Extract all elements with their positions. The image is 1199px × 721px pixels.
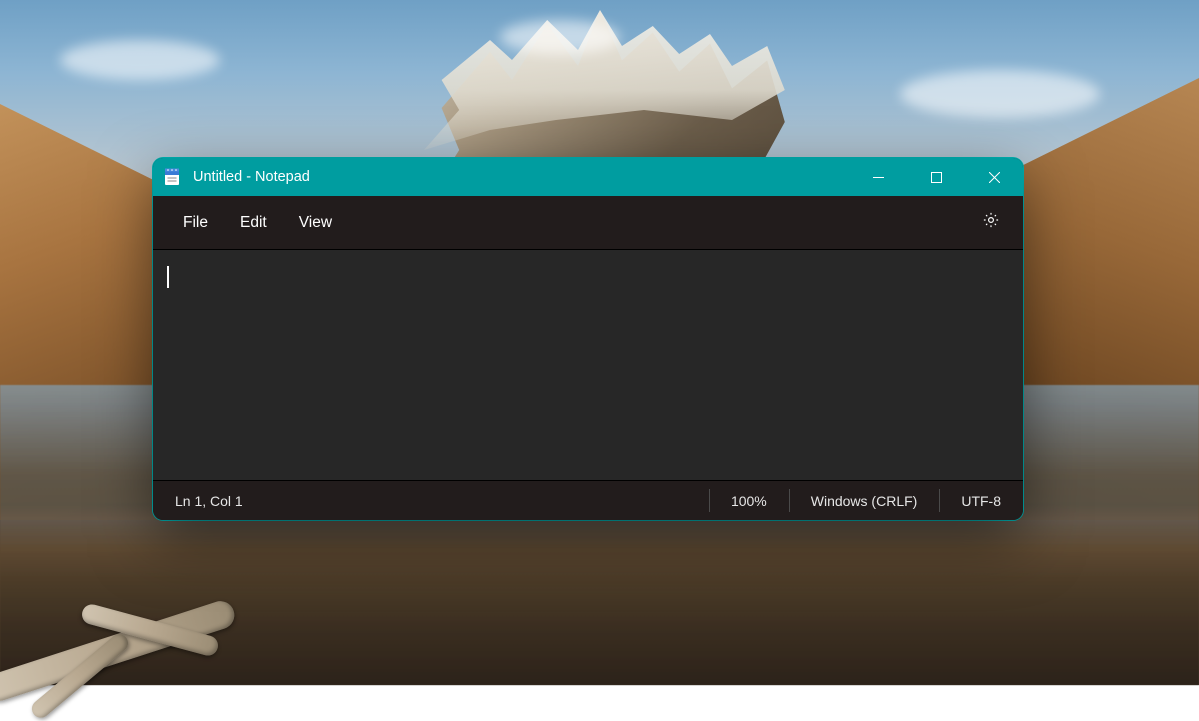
titlebar[interactable]: Untitled - Notepad: [153, 158, 1023, 196]
notepad-window: Untitled - Notepad File Edit View: [153, 158, 1023, 520]
status-encoding: UTF-8: [939, 481, 1023, 520]
menu-file[interactable]: File: [167, 206, 224, 240]
text-editor[interactable]: [153, 250, 1023, 480]
menu-view[interactable]: View: [283, 206, 348, 240]
menubar: File Edit View: [153, 196, 1023, 250]
status-line-ending: Windows (CRLF): [789, 481, 940, 520]
minimize-button[interactable]: [849, 158, 907, 196]
notepad-app-icon: [163, 168, 181, 186]
text-cursor: [167, 266, 169, 288]
status-zoom[interactable]: 100%: [709, 481, 789, 520]
statusbar: Ln 1, Col 1 100% Windows (CRLF) UTF-8: [153, 480, 1023, 520]
window-title: Untitled - Notepad: [193, 169, 310, 185]
gear-icon: [982, 211, 1000, 234]
status-cursor-position: Ln 1, Col 1: [153, 481, 265, 520]
maximize-button[interactable]: [907, 158, 965, 196]
settings-button[interactable]: [973, 205, 1009, 241]
close-button[interactable]: [965, 158, 1023, 196]
menu-edit[interactable]: Edit: [224, 206, 283, 240]
